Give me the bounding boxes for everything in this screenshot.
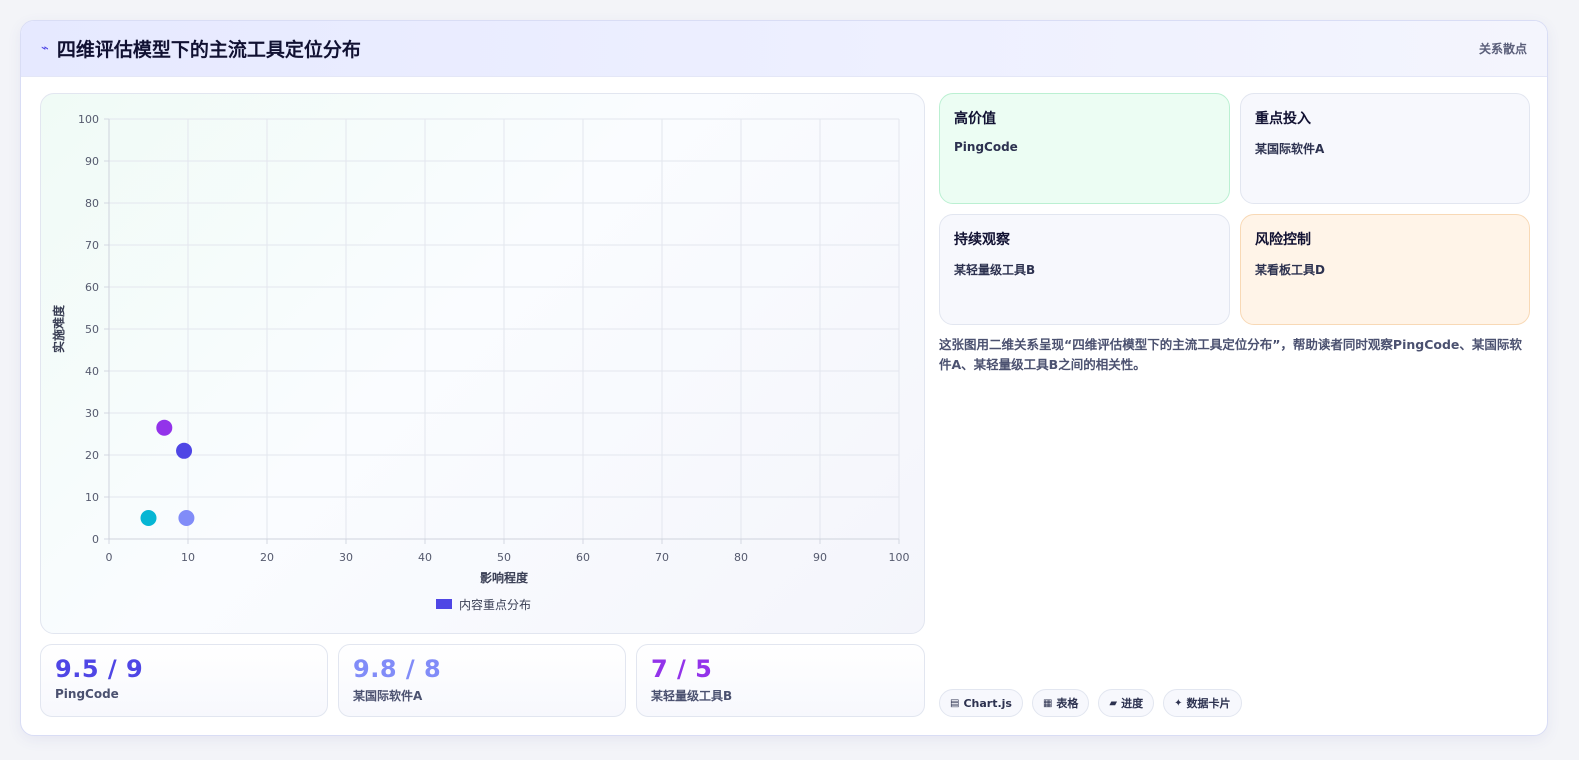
quadrant-key-investment: 重点投入 某国际软件A [1240,93,1530,204]
quadrant-observe: 持续观察 某轻量级工具B [939,214,1230,325]
title-wrap: ⌁ 四维评估模型下的主流工具定位分布 [41,35,361,62]
x-tick-label: 70 [655,551,669,564]
x-tick-label: 30 [339,551,353,564]
stat-value: 9.5 / 9 [55,655,144,683]
chip-label: 数据卡片 [1186,697,1231,710]
chip-chartjs[interactable]: ▤ Chart.js [939,689,1023,717]
card-header: ⌁ 四维评估模型下的主流工具定位分布 关系散点 [21,21,1547,77]
data-point [176,442,193,459]
y-tick-label: 20 [85,449,99,462]
y-axis-title: 实施难度 [51,304,66,353]
y-tick-label: 10 [85,491,99,504]
quadrant-item: 某国际软件A [1255,142,1325,156]
stat-value: 9.8 / 8 [353,655,442,683]
data-point [178,510,195,526]
chip-progress[interactable]: ▰ 进度 [1098,689,1155,717]
stat-card-1: 9.5 / 9 PingCode [40,644,328,717]
chip-label: 表格 [1056,697,1079,710]
x-tick-label: 20 [260,551,274,564]
y-tick-label: 60 [85,281,99,294]
chip-label: 进度 [1121,697,1144,710]
x-tick-label: 40 [418,551,432,564]
x-tick-label: 10 [181,551,195,564]
quadrant-title: 风险控制 [1255,232,1311,248]
stat-label: 某轻量级工具B [651,689,733,703]
legend-label: 内容重点分布 [459,597,531,612]
stat-card-2: 9.8 / 8 某国际软件A [338,644,626,717]
stat-value: 7 / 5 [651,655,713,683]
stat-label: 某国际软件A [353,689,423,703]
tech-chips: ▤ Chart.js ▦ 表格 ▰ 进度 ✦ 数据卡片 [939,689,1242,717]
y-tick-label: 90 [85,155,99,168]
quadrant-item: PingCode [954,140,1018,154]
quadrant-high-value: 高价值 PingCode [939,93,1230,204]
quadrant-item: 某轻量级工具B [954,263,1036,277]
chart-icon: ▤ [950,697,960,709]
page-title: 四维评估模型下的主流工具定位分布 [56,39,361,61]
x-tick-label: 60 [576,551,590,564]
chart-card: ⌁ 四维评估模型下的主流工具定位分布 关系散点 0 10 20 30 40 50 60 70 8… [20,20,1548,736]
quadrant-risk-control: 风险控制 某看板工具D [1240,214,1530,325]
x-tick-label: 90 [813,551,827,564]
legend-swatch [436,599,452,609]
x-tick-label: 50 [497,551,511,564]
quadrant-item: 某看板工具D [1255,263,1325,277]
chart-type-tag: 关系散点 [1478,42,1527,56]
data-point [156,419,173,436]
chart-description: 这张图用二维关系呈现“四维评估模型下的主流工具定位分布”，帮助读者同时观察Pin… [939,337,1522,372]
y-tick-label: 0 [92,533,99,546]
chip-data-card[interactable]: ✦ 数据卡片 [1163,689,1242,717]
scatter-chart: 0 10 20 30 40 50 60 70 80 90 100 0 10 20 30 40 50 60 70 80 9… [51,113,910,612]
y-tick-label: 70 [85,239,99,252]
chip-table[interactable]: ▦ 表格 [1031,689,1090,717]
x-axis-title: 影响程度 [480,570,529,585]
stat-card-3: 7 / 5 某轻量级工具B [636,644,925,717]
y-tick-label: 40 [85,365,99,378]
x-tick-label: 0 [106,551,113,564]
y-tick-label: 80 [85,197,99,210]
y-tick-label: 30 [85,407,99,420]
sparkle-icon: ✦ [1174,697,1183,709]
stat-label: PingCode [55,687,119,701]
chip-label: Chart.js [963,696,1012,710]
quadrant-title: 高价值 [954,111,996,127]
lightning-icon: ⌁ [41,41,49,56]
quadrant-title: 持续观察 [954,232,1010,248]
x-tick-label: 100 [889,551,910,564]
quadrant-title: 重点投入 [1255,111,1311,127]
progress-icon: ▰ [1109,697,1118,709]
y-tick-label: 100 [78,113,99,126]
data-point [140,510,157,526]
x-tick-label: 80 [734,551,748,564]
chart-panel: 0 10 20 30 40 50 60 70 80 90 100 0 10 20 30 40 50 60 70 80 9… [40,93,925,634]
table-icon: ▦ [1042,697,1053,709]
y-tick-label: 50 [85,323,99,336]
